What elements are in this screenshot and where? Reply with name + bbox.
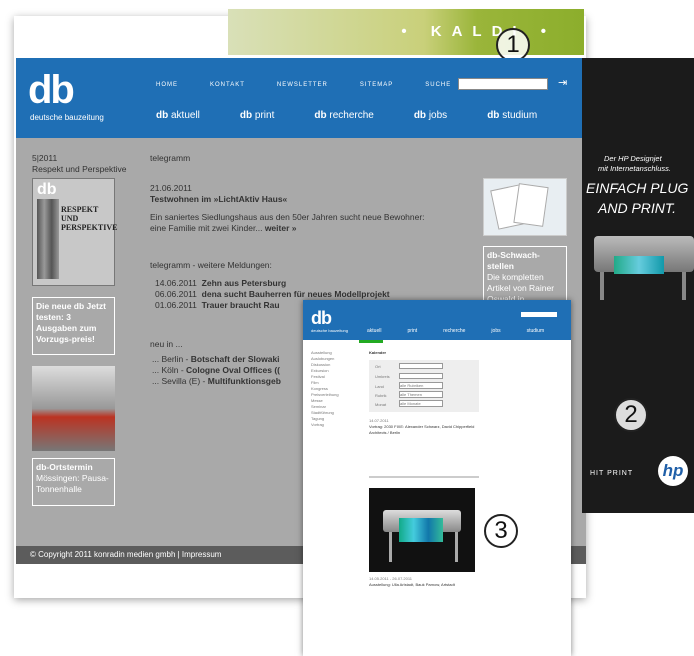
overlay-screenshot: db deutsche bauzeitung aktuell print reche… bbox=[303, 300, 571, 656]
nav-newsletter[interactable]: NEWSLETTER bbox=[277, 82, 328, 88]
search-input[interactable] bbox=[458, 78, 548, 90]
callout-badge-1: 1 bbox=[496, 28, 530, 62]
overlay-logo: db bbox=[311, 308, 332, 328]
issue-number: 5|2011 bbox=[32, 153, 58, 163]
ad-headline1: EINFACH PLUG bbox=[586, 180, 689, 196]
nav-home[interactable]: HOME bbox=[156, 82, 178, 88]
schwachstellen-image[interactable] bbox=[483, 178, 567, 236]
overlay-form: Ort Umkreis Land Rubrik Monat alle Rubri… bbox=[369, 360, 479, 412]
issue-title[interactable]: Respekt und Perspektive bbox=[32, 164, 127, 175]
list-item[interactable]: ... Sevilla (E) - Multifunktionsgeb bbox=[152, 376, 281, 387]
ortstermin-title: db-Ortstermin bbox=[36, 462, 93, 472]
overlay-nav: aktuell print recherche jobs studium bbox=[367, 328, 545, 334]
top-banner-ad[interactable]: • KALDI • bbox=[228, 9, 584, 55]
printer-icon bbox=[590, 230, 694, 300]
overlay-header: db deutsche bauzeitung aktuell print reche… bbox=[303, 300, 571, 340]
hp-logo: hp bbox=[658, 456, 688, 486]
overlay-event1-title: Vortrag: 2030 FIXE: Alexander Schwarz, D… bbox=[369, 424, 475, 435]
search-submit-icon[interactable]: ⇥ bbox=[558, 76, 570, 90]
overlay-event2-title: Ausstellung: Ulla Arlstadt, Bauk Parnow,… bbox=[369, 582, 455, 587]
overlay-form-title: Kalender bbox=[369, 350, 387, 355]
list-item[interactable]: 06.06.2011 dena sucht Bauherren für neue… bbox=[155, 289, 390, 300]
schwachstellen-text: Die kompletten Artikel von Rainer Oswald… bbox=[487, 272, 555, 302]
schwachstellen-box[interactable]: db-Schwach-stellen Die kompletten Artike… bbox=[483, 246, 567, 302]
nav-aktuell[interactable]: db aktuell bbox=[156, 110, 200, 121]
article-teaser: Ein saniertes Siedlungshaus aus den 50er… bbox=[150, 212, 425, 233]
article-headline[interactable]: Testwohnen im »LichtAktiv Haus« bbox=[150, 194, 287, 205]
ad-line2: mit Internetanschluss. bbox=[598, 164, 671, 173]
nav-kontakt[interactable]: KONTAKT bbox=[210, 82, 245, 88]
site-header: db deutsche bauzeitung HOME KONTAKT NEWS… bbox=[16, 58, 586, 138]
top-navigation: HOME KONTAKT NEWSLETTER SITEMAP SUCHE bbox=[156, 82, 483, 88]
callout-badge-2: 2 bbox=[614, 398, 648, 432]
hp-ad-banner[interactable]: Der HP Designjet mit Internetanschluss. … bbox=[582, 58, 694, 513]
nav-studium[interactable]: db studium bbox=[487, 110, 537, 121]
article-date: 21.06.2011 bbox=[150, 183, 192, 193]
banner-text: • KALDI • bbox=[401, 23, 556, 40]
ad-tagline: HIT PRINT bbox=[590, 470, 634, 477]
ad-headline2: AND PRINT. bbox=[598, 200, 677, 216]
promo-box[interactable]: Die neue db Jetzt testen: 3 Ausgaben zum… bbox=[32, 297, 115, 355]
nav-jobs[interactable]: db jobs bbox=[414, 110, 447, 121]
search-label: SUCHE bbox=[425, 82, 452, 88]
ad-line1: Der HP Designjet bbox=[604, 154, 662, 163]
list-item[interactable]: ... Berlin - Botschaft der Slowaki bbox=[152, 354, 281, 365]
more-news-title: telegramm - weitere Meldungen: bbox=[150, 260, 272, 270]
site-logo[interactable]: db bbox=[28, 70, 75, 110]
new-in-title: neu in ... bbox=[150, 339, 183, 349]
section-title: telegramm bbox=[150, 153, 191, 163]
overlay-sidebar: Ausstellung Auslobungen Diskussion Exkursio… bbox=[311, 350, 339, 427]
nav-recherche[interactable]: db recherche bbox=[314, 110, 373, 121]
overlay-logo-sub: deutsche bauzeitung bbox=[311, 328, 348, 333]
read-more-link[interactable]: weiter » bbox=[265, 223, 297, 233]
list-item[interactable]: 14.06.2011 Zehn aus Petersburg bbox=[155, 278, 390, 289]
overlay-printer-photo bbox=[369, 488, 475, 572]
site-logo-subtitle: deutsche bauzeitung bbox=[30, 113, 104, 122]
nav-sitemap[interactable]: SITEMAP bbox=[360, 82, 393, 88]
main-navigation: db aktuell db print db recherche db jobs… bbox=[156, 110, 577, 121]
new-in-list: ... Berlin - Botschaft der Slowaki ... K… bbox=[152, 354, 281, 387]
callout-badge-3: 3 bbox=[484, 514, 518, 548]
ortstermin-photo[interactable] bbox=[32, 366, 115, 451]
schwachstellen-title: db-Schwach-stellen bbox=[487, 250, 540, 271]
magazine-cover[interactable]: db RESPEKT UND PERSPEKTIVE bbox=[32, 178, 118, 286]
ortstermin-text: Mössingen: Pausa-Tonnenhalle bbox=[36, 473, 109, 494]
list-item[interactable]: ... Köln - Cologne Oval Offices (( bbox=[152, 365, 281, 376]
cover-title: RESPEKT UND PERSPEKTIVE bbox=[61, 205, 118, 232]
ortstermin-box[interactable]: db-Ortstermin Mössingen: Pausa-Tonnenhal… bbox=[32, 458, 115, 506]
nav-print[interactable]: db print bbox=[240, 110, 274, 121]
